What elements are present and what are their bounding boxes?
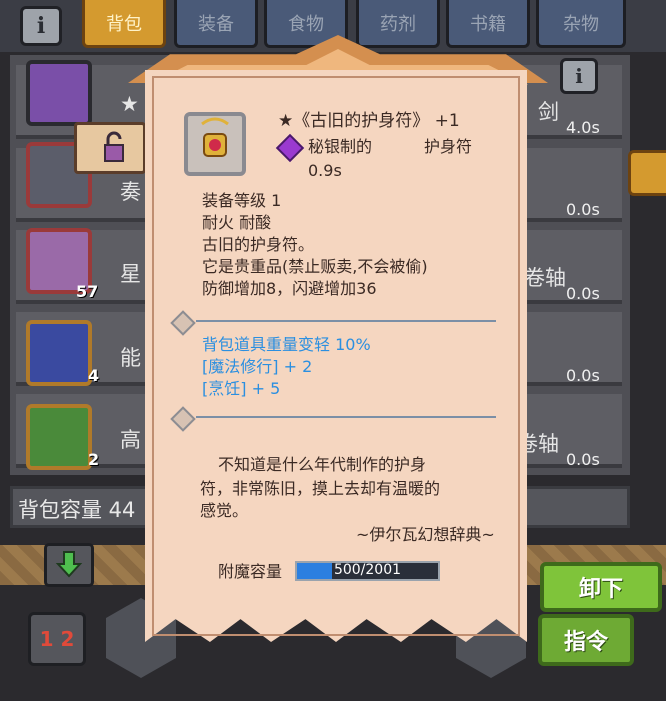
list-item-time: 0.0s bbox=[566, 366, 600, 385]
unload-button[interactable]: 卸下 bbox=[540, 562, 662, 612]
tab-label: 装备 bbox=[198, 13, 234, 35]
description-line: 不知道是什么年代制作的护身 bbox=[218, 455, 427, 474]
bonus-line: [魔法修行] + 2 bbox=[202, 357, 313, 376]
enchant-value: 500/2001 bbox=[333, 562, 402, 578]
transfer-button[interactable] bbox=[44, 543, 94, 587]
tab-label: 药剂 bbox=[380, 13, 416, 35]
shell-icon bbox=[26, 60, 92, 126]
amulet-slot bbox=[184, 112, 246, 176]
enchant-label: 附魔容量 bbox=[218, 562, 283, 581]
sort-button[interactable]: 1 2 bbox=[28, 612, 86, 666]
description-line: 符，非常陈旧，摸上去却有温暖的 bbox=[200, 479, 441, 498]
list-item-time: 0.0s bbox=[566, 200, 600, 219]
description-line: 感觉。 bbox=[200, 501, 249, 520]
tab-equipment[interactable]: 装备 bbox=[174, 0, 258, 48]
tab-label: 背包 bbox=[106, 13, 142, 35]
info-icon: i bbox=[36, 13, 46, 39]
list-item-name: 高 bbox=[120, 428, 141, 452]
item-time: 0.9s bbox=[308, 161, 342, 180]
item-material: 秘银制的 bbox=[308, 137, 373, 156]
info-icon: i bbox=[575, 64, 583, 88]
sort-icon: 1 2 bbox=[39, 627, 75, 651]
item-count: 57 bbox=[76, 282, 99, 301]
list-item-time: 0.0s bbox=[566, 284, 600, 303]
stat-line: 它是贵重品(禁止贩卖,不会被偷) bbox=[202, 257, 428, 276]
divider bbox=[196, 416, 496, 418]
tab-label: 杂物 bbox=[563, 13, 599, 35]
item-count: 2 bbox=[88, 450, 100, 469]
item-type: 护身符 bbox=[424, 137, 473, 156]
list-item-time: 0.0s bbox=[566, 450, 600, 469]
unload-label: 卸下 bbox=[578, 577, 623, 602]
tab-potions[interactable]: 药剂 bbox=[356, 0, 440, 48]
stat-line: 装备等级 1 bbox=[202, 191, 282, 210]
green-scroll-icon bbox=[26, 404, 92, 470]
list-item-name: 奏 bbox=[120, 180, 141, 204]
list-item-name-right: 卷轴 bbox=[524, 266, 566, 290]
capacity-label: 背包容量 44 bbox=[18, 498, 136, 522]
item-title: ★《古旧的护身符》 +1 bbox=[278, 111, 460, 131]
description-source: ~伊尔瓦幻想辞典~ bbox=[356, 525, 495, 544]
unlock-icon[interactable] bbox=[74, 122, 146, 174]
amulet-icon bbox=[201, 117, 229, 157]
blue-scroll-icon bbox=[26, 320, 92, 386]
tab-backpack[interactable]: 背包 bbox=[82, 0, 166, 48]
list-item-name: ★ bbox=[120, 92, 139, 116]
download-arrow-icon bbox=[55, 551, 83, 578]
list-item-time: 4.0s bbox=[566, 118, 600, 137]
tab-misc[interactable]: 杂物 bbox=[536, 0, 626, 48]
stat-line: 耐火 耐酸 bbox=[202, 213, 272, 232]
tab-books[interactable]: 书籍 bbox=[446, 0, 530, 48]
tab-label: 食物 bbox=[288, 13, 324, 35]
info-button[interactable]: i bbox=[20, 6, 62, 46]
tab-label: 书籍 bbox=[470, 13, 506, 35]
list-item-name: 星 bbox=[120, 262, 141, 286]
stat-line: 防御增加8，闪避增加36 bbox=[202, 279, 377, 298]
bonus-line: [烹饪] + 5 bbox=[202, 379, 281, 398]
list-item-name-right: 剑 bbox=[538, 100, 559, 124]
bonus-line: 背包道具重量变轻 10% bbox=[202, 335, 371, 354]
list-item-name: 能 bbox=[120, 346, 141, 370]
item-count: 4 bbox=[88, 366, 100, 385]
stat-line: 古旧的护身符。 bbox=[202, 235, 315, 254]
divider bbox=[196, 320, 496, 322]
command-label: 指令 bbox=[563, 630, 608, 655]
side-tab[interactable] bbox=[628, 150, 666, 196]
command-button[interactable]: 指令 bbox=[538, 614, 634, 666]
tooltip-info-button[interactable]: i bbox=[560, 58, 598, 94]
